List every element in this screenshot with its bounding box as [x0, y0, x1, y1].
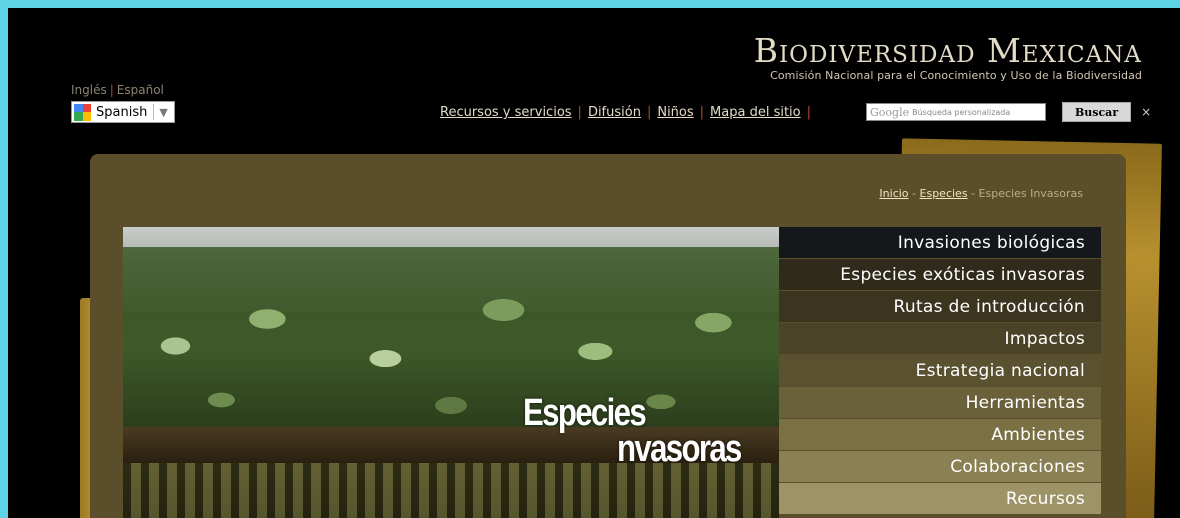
- menu-item-colaboraciones[interactable]: Colaboraciones: [779, 451, 1101, 482]
- fish-photo: [123, 463, 779, 518]
- menu-item-especies-exoticas[interactable]: Especies exóticas invasoras: [779, 259, 1101, 290]
- menu-item-recursos[interactable]: Recursos: [779, 483, 1101, 514]
- hero-title-line1: Especies: [523, 392, 647, 434]
- google-logo: Google: [870, 105, 910, 119]
- main-nav: Recursos y servicios | Difusión | Niños | Mapa…: [440, 105, 812, 120]
- breadcrumb-especies[interactable]: Especies: [920, 187, 968, 200]
- nav-trailing-separator: |: [806, 105, 812, 120]
- menu-item-estrategia-nacional[interactable]: Estrategia nacional: [779, 355, 1101, 386]
- nav-difusion[interactable]: Difusión: [588, 105, 641, 120]
- lang-spanish-link[interactable]: Español: [117, 83, 164, 97]
- hero-title-line2: nvasoras: [617, 428, 742, 470]
- dropdown-arrow-icon: ▼: [159, 105, 168, 119]
- lang-english-link[interactable]: Inglés: [71, 83, 107, 97]
- lang-separator: |: [109, 83, 114, 97]
- content-panel: Inicio - Especies - Especies Invasoras E…: [90, 154, 1126, 518]
- menu-item-impactos[interactable]: Impactos: [779, 323, 1101, 354]
- brand-title[interactable]: Biodiversidad Mexicana: [754, 34, 1142, 68]
- close-icon[interactable]: ×: [1141, 105, 1151, 119]
- menu-item-rutas-introduccion[interactable]: Rutas de introducción: [779, 291, 1101, 322]
- search-button[interactable]: Buscar: [1062, 102, 1132, 122]
- menu-item-invasiones-biologicas[interactable]: Invasiones biológicas: [779, 227, 1101, 258]
- section-menu: Invasiones biológicas Especies exóticas …: [779, 227, 1101, 515]
- breadcrumb-home[interactable]: Inicio: [879, 187, 908, 200]
- menu-item-herramientas[interactable]: Herramientas: [779, 387, 1101, 418]
- nav-recursos-servicios[interactable]: Recursos y servicios: [440, 105, 572, 120]
- translate-selected-language: Spanish: [96, 104, 148, 120]
- nav-mapa-sitio[interactable]: Mapa del sitio: [710, 105, 801, 120]
- breadcrumb: Inicio - Especies - Especies Invasoras: [879, 187, 1083, 200]
- google-translate-icon: [74, 103, 91, 121]
- breadcrumb-current: Especies Invasoras: [978, 187, 1083, 200]
- search-input[interactable]: Google Búsqueda personalizada: [866, 103, 1046, 121]
- hero-image: Especies nvasoras: [123, 227, 779, 518]
- menu-item-ambientes[interactable]: Ambientes: [779, 419, 1101, 450]
- google-translate-select[interactable]: Spanish ▼: [71, 101, 175, 123]
- search-placeholder: Búsqueda personalizada: [912, 107, 1011, 117]
- language-links: Inglés | Español: [71, 83, 164, 97]
- brand-subtitle: Comisión Nacional para el Conocimiento y…: [770, 69, 1142, 82]
- page-frame: Biodiversidad Mexicana Comisión Nacional…: [8, 8, 1180, 518]
- site-search: Google Búsqueda personalizada Buscar ×: [866, 102, 1151, 122]
- nav-ninos[interactable]: Niños: [657, 105, 693, 120]
- hero-title: Especies nvasoras: [523, 392, 768, 470]
- site-brand[interactable]: Biodiversidad Mexicana Comisión Nacional…: [754, 34, 1142, 83]
